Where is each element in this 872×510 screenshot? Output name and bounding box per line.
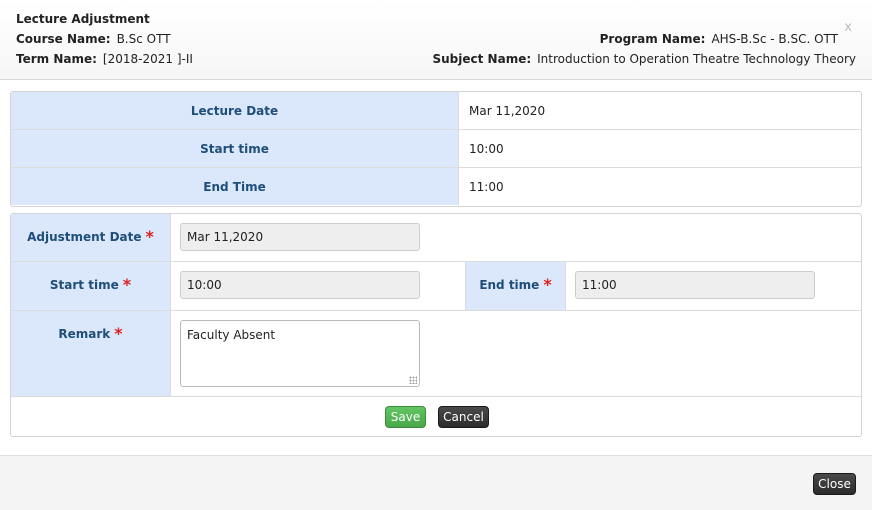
term-label: Term Name:	[16, 52, 97, 66]
adjustment-date-row: Adjustment Date * Mar 11,2020	[11, 214, 861, 262]
lecture-adjustment-dialog: Lecture Adjustment Course Name: B.Sc OTT …	[0, 0, 872, 510]
remark-row: Remark * Faculty Absent	[11, 311, 861, 397]
program-value: AHS-B.Sc - B.SC. OTT	[711, 32, 838, 46]
lecture-details-panel: Lecture Date Mar 11,2020 Start time 10:0…	[10, 91, 862, 207]
lecture-end-value: 11:00	[469, 179, 504, 194]
save-button[interactable]: Save	[385, 406, 426, 428]
adjustment-start-label: Start time	[49, 278, 119, 292]
lecture-start-value: 10:00	[469, 141, 504, 156]
subject-value: Introduction to Operation Theatre Techno…	[537, 52, 856, 66]
subject-label: Subject Name:	[432, 52, 532, 66]
course-value: B.Sc OTT	[116, 32, 171, 46]
form-actions-row: Save Cancel	[11, 397, 861, 435]
lecture-date-row: Lecture Date Mar 11,2020	[11, 92, 861, 130]
required-indicator: *	[543, 275, 552, 294]
lecture-end-label: End Time	[11, 168, 459, 205]
program-label: Program Name:	[599, 32, 706, 46]
dialog-footer: Close	[0, 455, 872, 510]
dialog-header: Lecture Adjustment Course Name: B.Sc OTT …	[0, 0, 872, 80]
remark-text: Faculty Absent	[187, 328, 276, 342]
adjustment-date-field[interactable]: Mar 11,2020	[180, 223, 420, 251]
lecture-end-row: End Time 11:00	[11, 168, 861, 205]
close-button[interactable]: Close	[813, 473, 856, 495]
adjustment-end-label-cell: End time *	[465, 262, 566, 310]
required-indicator: *	[114, 324, 123, 343]
adjustment-form-panel: Adjustment Date * Mar 11,2020 Start time *…	[10, 213, 862, 437]
required-indicator: *	[122, 275, 132, 294]
remark-textarea[interactable]: Faculty Absent	[180, 320, 420, 387]
subject-info: Subject Name: Introduction to Operation T…	[433, 52, 857, 66]
lecture-start-row: Start time 10:00	[11, 130, 861, 168]
lecture-date-label: Lecture Date	[11, 92, 459, 129]
term-info: Term Name: [2018-2021 ]-II	[16, 52, 193, 66]
term-value: [2018-2021 ]-II	[102, 52, 193, 66]
adjustment-time-row: Start time * 10:00 End time * 11:00	[11, 262, 861, 311]
course-info: Course Name: B.Sc OTT	[16, 32, 171, 46]
adjustment-start-label-cell: Start time *	[11, 262, 171, 310]
adjustment-end-time-field[interactable]: 11:00	[575, 271, 815, 299]
dialog-title: Lecture Adjustment	[16, 12, 150, 26]
course-label: Course Name:	[16, 32, 111, 46]
program-info: Program Name: AHS-B.Sc - B.SC. OTT	[600, 32, 838, 46]
lecture-date-value: Mar 11,2020	[469, 103, 546, 118]
adjustment-start-time-field[interactable]: 10:00	[180, 271, 420, 299]
required-indicator: *	[145, 227, 154, 246]
adjustment-end-label: End time	[479, 278, 540, 292]
cancel-button[interactable]: Cancel	[438, 406, 489, 428]
adjustment-date-label: Adjustment Date	[27, 230, 142, 244]
remark-label-cell: Remark *	[11, 311, 171, 396]
resize-handle-icon[interactable]	[409, 376, 417, 384]
lecture-start-label: Start time	[11, 130, 459, 167]
remark-label: Remark	[58, 327, 111, 341]
close-icon[interactable]: x	[844, 20, 852, 35]
adjustment-date-label-cell: Adjustment Date *	[11, 214, 171, 261]
